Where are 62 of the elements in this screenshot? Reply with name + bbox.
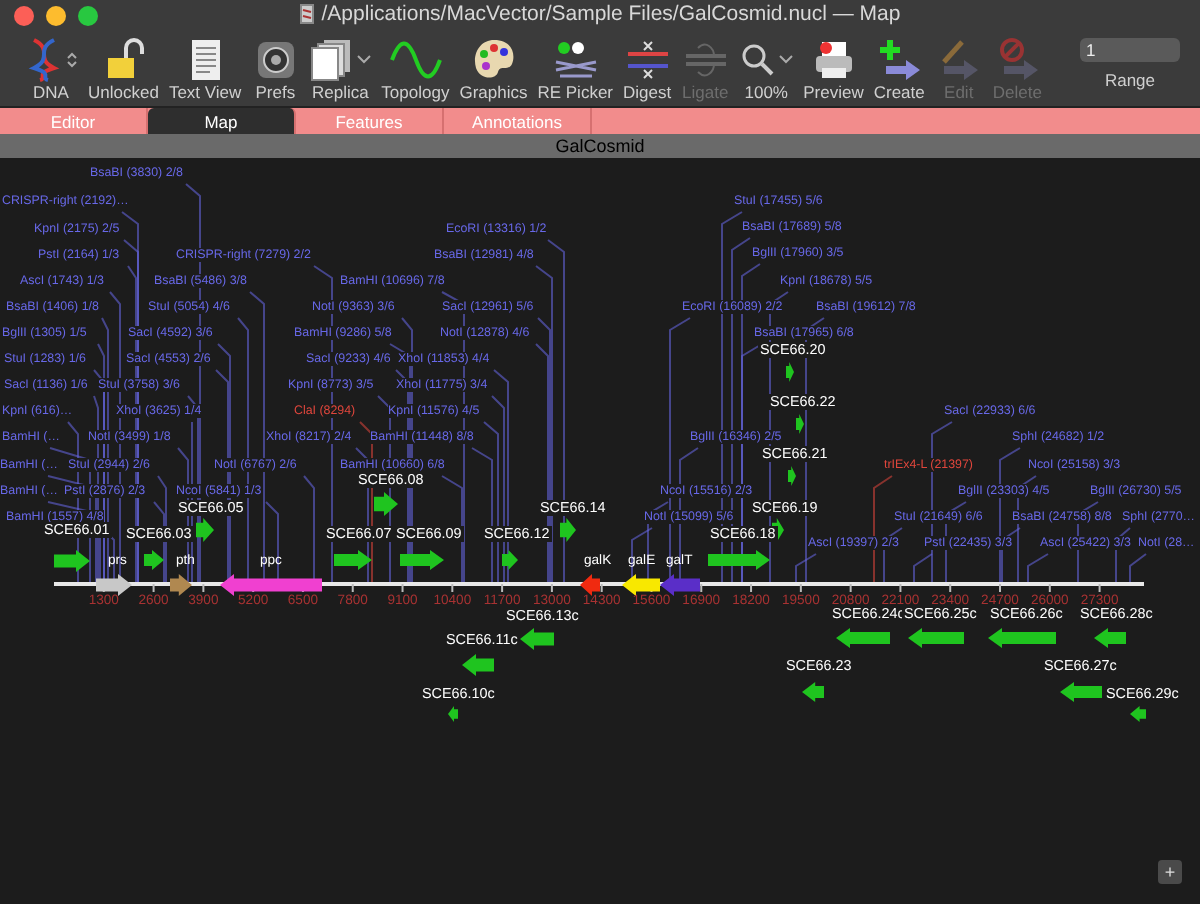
minimize-icon[interactable] [46,6,66,26]
feature-arrow[interactable] [1130,706,1146,722]
feature-arrow[interactable] [374,492,398,516]
toolbar-button[interactable]: DNA [20,36,82,102]
sine-wave-icon [389,37,442,81]
toolbar-button[interactable]: RE Picker [533,36,618,102]
stacked-pages-icon [309,37,354,81]
feature-arrow[interactable] [54,550,90,572]
text-page-icon [189,37,222,81]
caret-icon [355,53,372,65]
add-feature-icon [877,37,922,81]
printer-icon [811,37,856,81]
toolbar-button[interactable]: Graphics [455,36,532,102]
feature-arrow[interactable] [502,550,518,570]
range-field[interactable]: 1 [1080,38,1180,62]
feature-arrow[interactable] [334,550,372,570]
feature-arrow[interactable] [622,574,660,596]
caret-icon [777,53,794,65]
feature-arrow[interactable] [836,628,890,648]
settings-icon [255,37,296,81]
palette-icon [471,37,516,81]
feature-arrow[interactable] [560,518,576,542]
feature-arrow[interactable] [1060,682,1102,702]
enzyme-sites-icon [551,37,600,81]
toolbar-button[interactable]: Create [869,36,929,102]
window-title: /Applications/MacVector/Sample Files/GalCosmid.nucl — Map [321,2,901,26]
toolbar-button[interactable]: Preview [799,36,868,102]
stepper-icon [66,49,78,69]
feature-arrow[interactable] [462,654,494,676]
feature-arrow[interactable] [520,628,554,650]
add-button[interactable]: + [1158,860,1182,884]
toolbar-button[interactable]: Topology [377,36,454,102]
feature-arrow[interactable] [1094,628,1126,648]
document-icon [299,4,314,24]
range-label: Range [1104,70,1156,90]
dna-helix-icon [24,37,64,81]
close-icon[interactable] [14,6,34,26]
feature-arrow[interactable] [988,628,1056,648]
toolbar-button[interactable]: Prefs [247,36,304,102]
feature-arrow[interactable] [144,550,164,570]
toolbar-button[interactable]: Digest [619,36,676,102]
feature-arrow[interactable] [196,518,214,542]
feature-arrow[interactable] [708,550,770,570]
toolbar-button[interactable]: Unlocked [84,36,163,102]
delete-icon [995,37,1040,81]
feature-arrow[interactable] [908,628,964,648]
toolbar-button[interactable]: Replica [305,36,376,102]
feature-arrow[interactable] [448,706,458,722]
feature-arrow[interactable] [788,466,796,486]
feature-arrow[interactable] [796,414,804,434]
toolbar-button[interactable]: Text View [164,36,246,102]
zoom-icon[interactable] [78,6,98,26]
feature-arrow[interactable] [786,362,794,382]
map-title: GalCosmid [0,134,1200,158]
toolbar-button[interactable]: 100% [735,36,798,102]
tab[interactable]: Map [148,108,296,134]
open-padlock-icon [103,37,144,81]
digest-icon [623,37,672,81]
feature-arrow[interactable] [400,550,444,570]
feature-arrow[interactable] [96,574,132,596]
feature-arrow[interactable] [802,682,824,702]
pencil-icon [936,37,981,81]
